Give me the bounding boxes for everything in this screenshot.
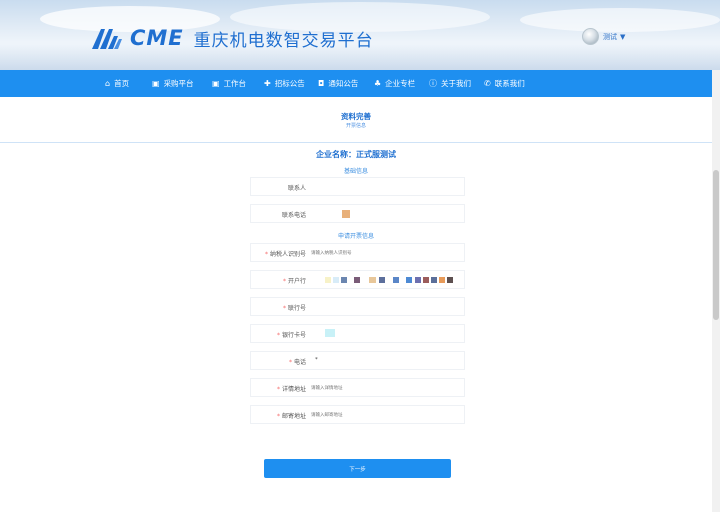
field-label: 联系人 [287, 185, 306, 192]
page-subtitle: 开票信息 [345, 123, 366, 129]
company-name: 企业名称：正式服测试 [0, 149, 712, 160]
field-label: * 联行号 [282, 305, 306, 312]
bank-card-row: * 银行卡号 [250, 324, 465, 343]
detail-address-row: * 详情地址 [250, 378, 465, 397]
brand-logo[interactable]: CME 重庆机电数智交易平台 [92, 26, 374, 51]
page-title: 资料完善 [341, 112, 371, 121]
site-header: CME 重庆机电数智交易平台 测试 ▼ [0, 0, 720, 70]
basic-info-title: 基础信息 [343, 168, 368, 175]
nav-item-tender[interactable]: ✚ 招标公告 [264, 70, 305, 97]
nav-item-label: 企业专栏 [385, 79, 416, 88]
user-name[interactable]: 测试 [603, 32, 617, 42]
nav-item-notice[interactable]: ◘ 通知公告 [318, 70, 358, 97]
redacted-value [325, 277, 331, 283]
home-icon: ⌂ [105, 79, 111, 88]
tel-row: * 电话 * [250, 351, 465, 370]
plus-circle-icon: ✚ [264, 79, 271, 88]
bank-card-field[interactable] [311, 325, 461, 342]
field-label: * 详情地址 [276, 386, 306, 393]
detail-address-input[interactable] [311, 383, 461, 393]
bank-field[interactable] [311, 271, 463, 288]
taxpayer-id-row: * 纳税人识别号 [250, 243, 465, 262]
redacted-value [406, 277, 412, 283]
avatar[interactable] [582, 28, 599, 45]
redacted-value [341, 277, 347, 283]
page-scrollbar[interactable] [712, 70, 720, 512]
nav-item-label: 联系我们 [494, 79, 525, 88]
invoice-info-title: 申请开票信息 [337, 233, 374, 240]
bank-code-row: * 联行号 [250, 297, 465, 316]
field-label: * 邮寄地址 [276, 413, 306, 420]
contact-row: 联系人 [250, 177, 465, 196]
field-label: 联系电话 [281, 212, 306, 219]
company-value: 正式服测试 [356, 150, 396, 159]
mailing-address-row: * 邮寄地址 [250, 405, 465, 424]
nav-item-workbench[interactable]: ▣ 工作台 [212, 70, 246, 97]
nav-item-label: 采购平台 [163, 79, 194, 88]
caret-down-icon[interactable]: ▼ [620, 33, 625, 41]
company-label: 企业名称： [316, 150, 356, 159]
nav-item-label: 首页 [114, 79, 130, 88]
brand-abbr: CME [130, 26, 184, 50]
mailing-address-input[interactable] [311, 410, 461, 420]
redacted-value [379, 277, 385, 283]
phone-icon: ✆ [484, 79, 491, 88]
cme-logo-icon [92, 29, 122, 49]
redacted-value [423, 277, 429, 283]
field-label: * 电话 [288, 359, 306, 366]
nav-item-enterprise[interactable]: ♣ 企业专栏 [374, 70, 415, 97]
nav-item-label: 工作台 [223, 79, 247, 88]
nav-item-label: 招标公告 [274, 79, 305, 88]
taxpayer-id-input[interactable] [311, 248, 461, 258]
redacted-value [342, 210, 350, 218]
tel-value[interactable]: * [315, 357, 318, 363]
redacted-value [369, 277, 376, 283]
redacted-value [354, 277, 360, 283]
redacted-value [415, 277, 421, 283]
nav-item-about[interactable]: ⓘ 关于我们 [429, 70, 471, 97]
redacted-value [431, 277, 437, 283]
field-label: * 银行卡号 [276, 332, 306, 339]
redacted-value [439, 277, 445, 283]
bank-row: * 开户行 [250, 270, 465, 289]
nav-item-home[interactable]: ⌂ 首页 [105, 70, 129, 97]
next-step-button[interactable]: 下一步 [264, 459, 451, 478]
redacted-value [333, 277, 339, 283]
redacted-value [393, 277, 399, 283]
redacted-value [447, 277, 453, 283]
nav-item-label: 通知公告 [328, 79, 359, 88]
bank-code-field[interactable] [311, 298, 461, 315]
contact-field[interactable] [311, 178, 461, 195]
nav-item-procurement[interactable]: ▣ 采购平台 [152, 70, 194, 97]
brand-name: 重庆机电数智交易平台 [193, 30, 374, 51]
scrollbar-thumb[interactable] [713, 170, 719, 320]
main-nav: ⌂ 首页 ▣ 采购平台 ▣ 工作台 ✚ 招标公告 ◘ 通知公告 ♣ 企业专栏 ⓘ… [0, 70, 712, 97]
nav-item-label: 关于我们 [441, 79, 471, 88]
field-label: * 纳税人识别号 [264, 251, 306, 258]
monitor-icon: ▣ [152, 79, 160, 88]
field-label: * 开户行 [282, 278, 306, 285]
info-icon: ⓘ [429, 79, 437, 88]
nav-item-contact[interactable]: ✆ 联系我们 [484, 70, 525, 97]
bell-icon: ◘ [318, 79, 325, 88]
users-icon: ♣ [374, 79, 382, 88]
user-menu[interactable]: 测试 ▼ [582, 28, 625, 45]
phone-field[interactable] [311, 205, 461, 222]
redacted-value [325, 329, 335, 337]
page-title-section: 资料完善 开票信息 [0, 97, 712, 143]
phone-row: 联系电话 [250, 204, 465, 223]
desktop-icon: ▣ [212, 79, 220, 88]
